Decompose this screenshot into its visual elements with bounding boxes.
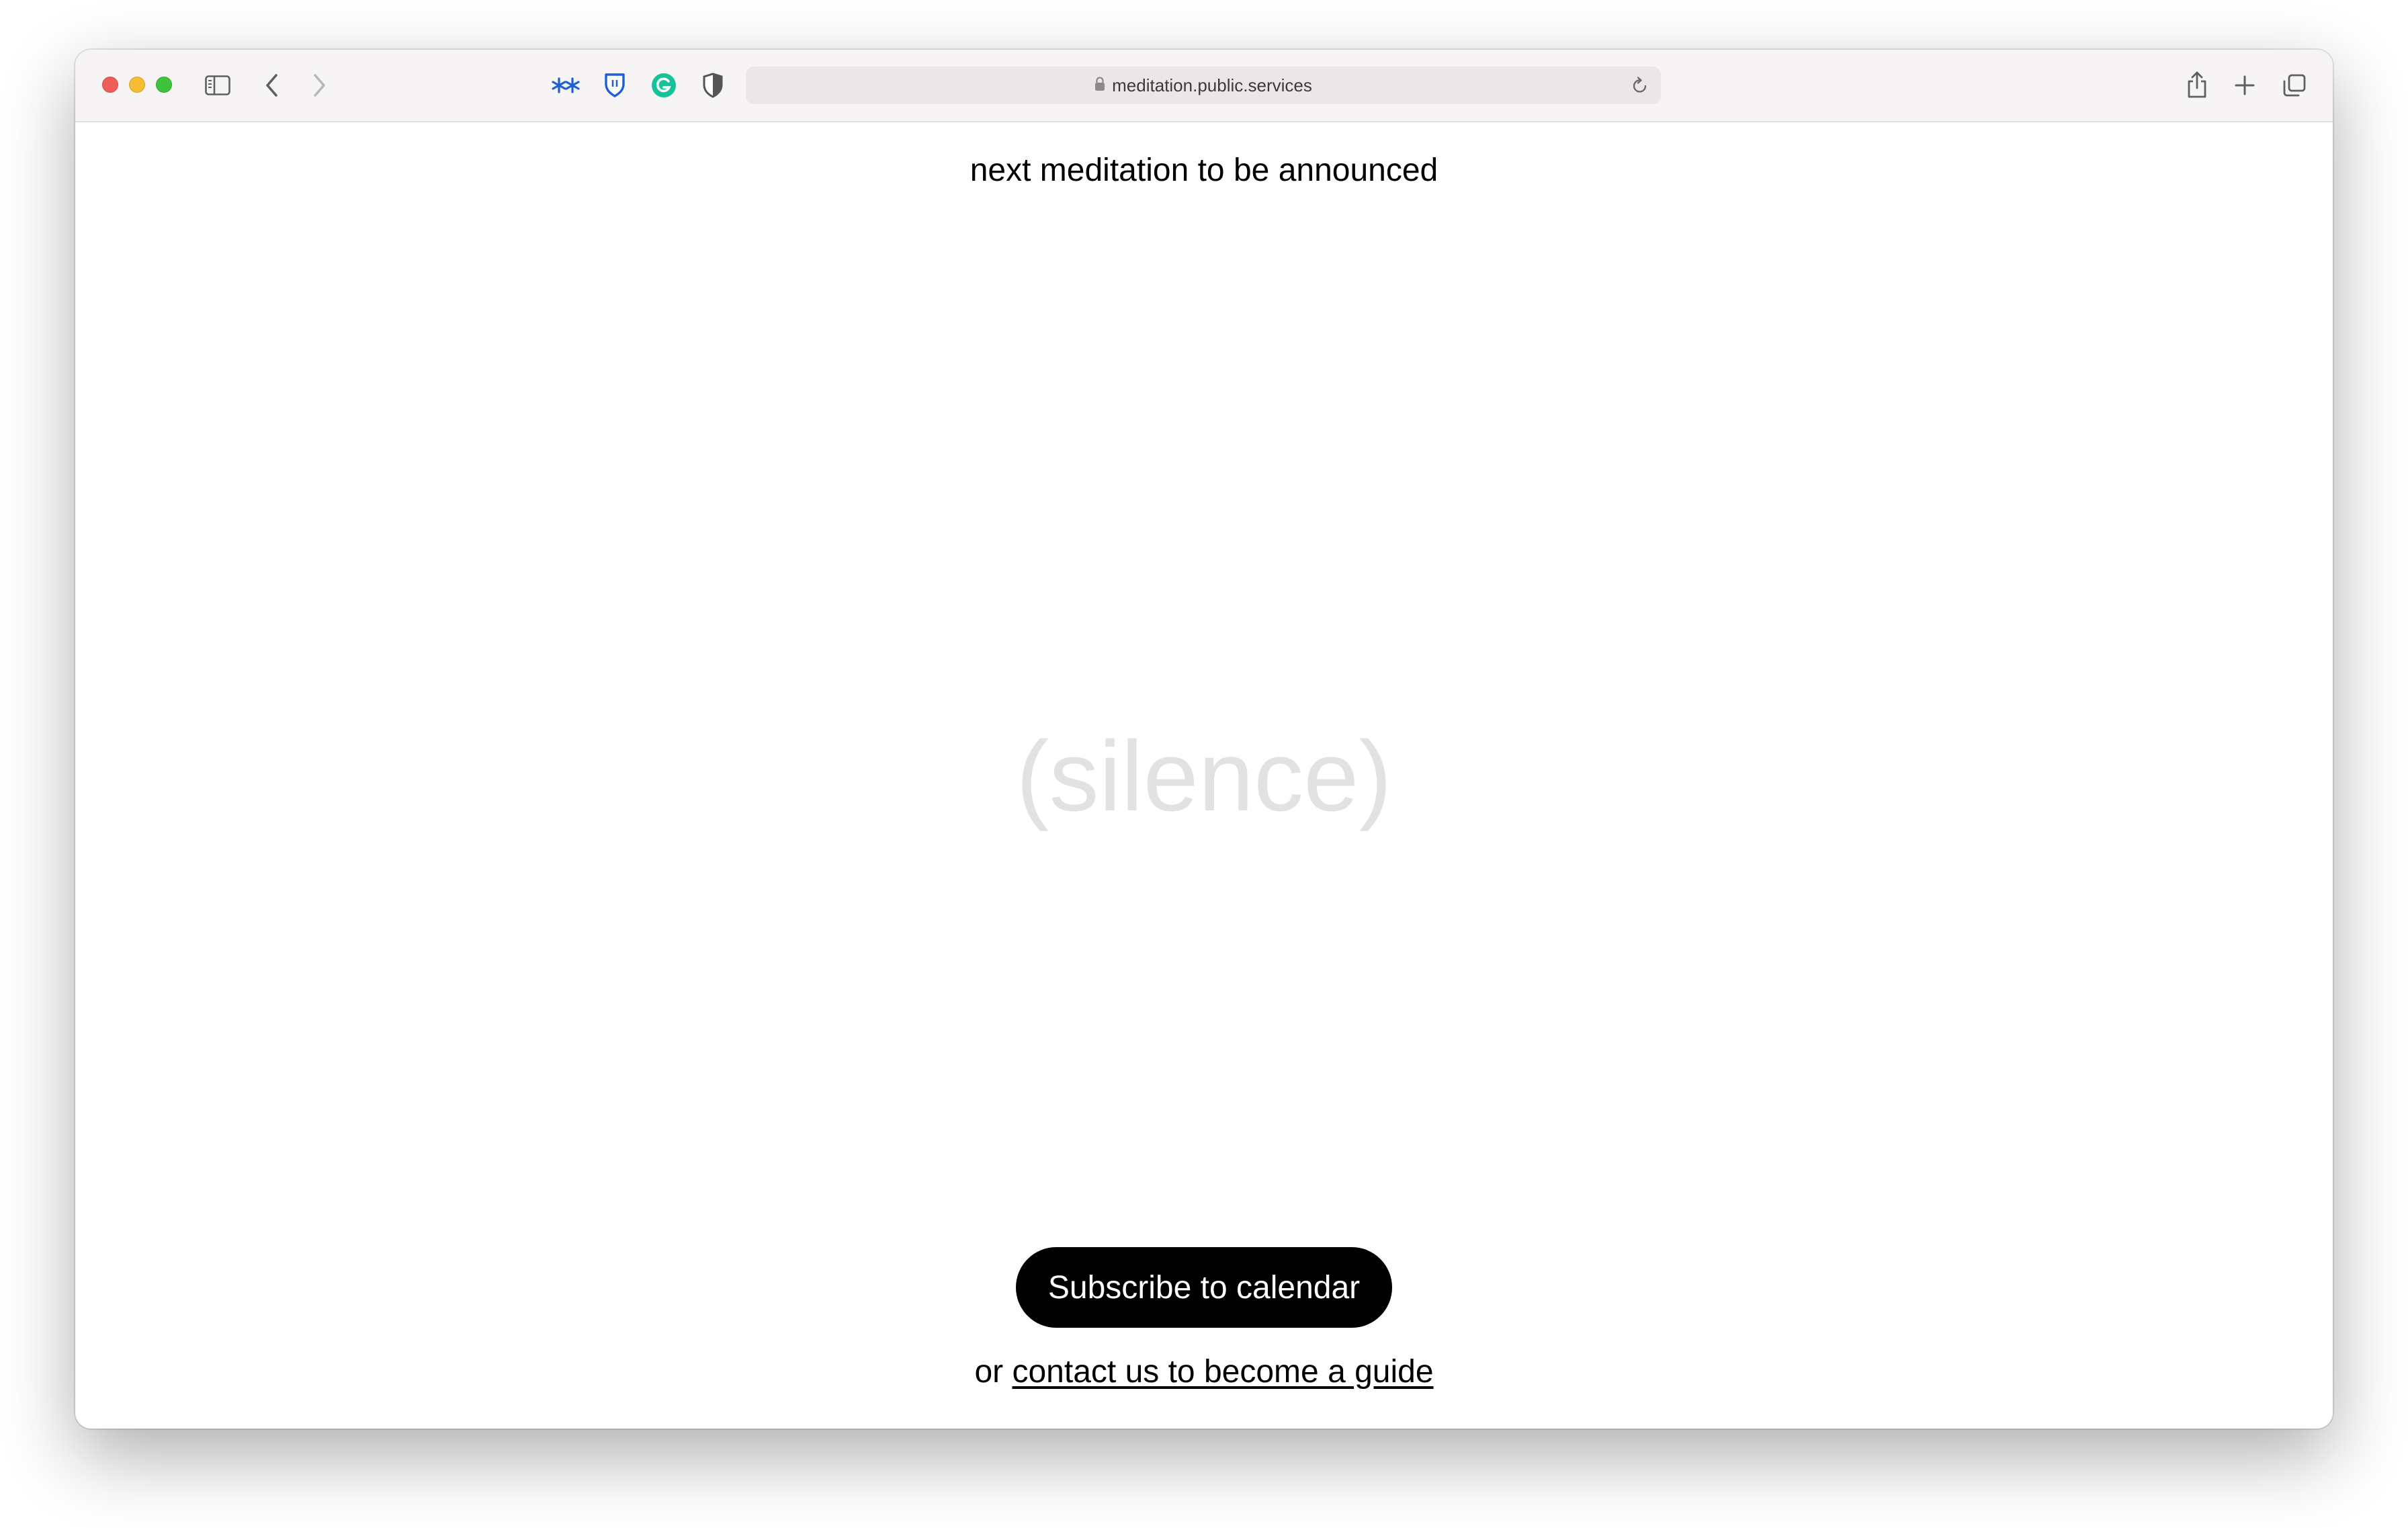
asterisk-extension-icon[interactable] (551, 74, 580, 97)
silence-text: (silence) (1016, 721, 1392, 832)
sidebar-icon[interactable] (204, 74, 231, 97)
share-icon[interactable] (2185, 70, 2209, 99)
tabs-overview-icon[interactable] (2282, 73, 2307, 98)
chevron-left-icon[interactable] (262, 73, 282, 98)
address-bar[interactable]: meditation.public.services (746, 67, 1661, 104)
next-meditation-headline: next meditation to be announced (970, 153, 1438, 188)
privacy-shield-icon[interactable] (700, 72, 726, 99)
plus-icon[interactable] (2233, 74, 2256, 97)
maximize-window-button[interactable] (156, 77, 172, 93)
bitwarden-shield-icon[interactable] (602, 71, 628, 98)
address-text-container: meditation.public.services (746, 67, 1661, 104)
footer-prefix: or (974, 1354, 1013, 1390)
subscribe-to-calendar-button[interactable]: Subscribe to calendar (1016, 1247, 1392, 1328)
chevron-right-icon[interactable] (309, 73, 329, 98)
lock-icon (1094, 75, 1105, 96)
guide-contact-line: or contact us to become a guide (75, 1353, 2333, 1390)
browser-toolbar: meditation.public.services (75, 50, 2333, 122)
url-text: meditation.public.services (1112, 75, 1312, 95)
reload-icon[interactable] (1631, 76, 1649, 98)
grammarly-icon[interactable] (650, 72, 677, 99)
close-window-button[interactable] (102, 77, 118, 93)
contact-guide-link[interactable]: contact us to become a guide (1012, 1354, 1433, 1390)
browser-window: meditation.public.services next meditati… (75, 50, 2333, 1429)
minimize-window-button[interactable] (129, 77, 145, 93)
page-content: next meditation to be announced (silence… (75, 122, 2333, 1429)
